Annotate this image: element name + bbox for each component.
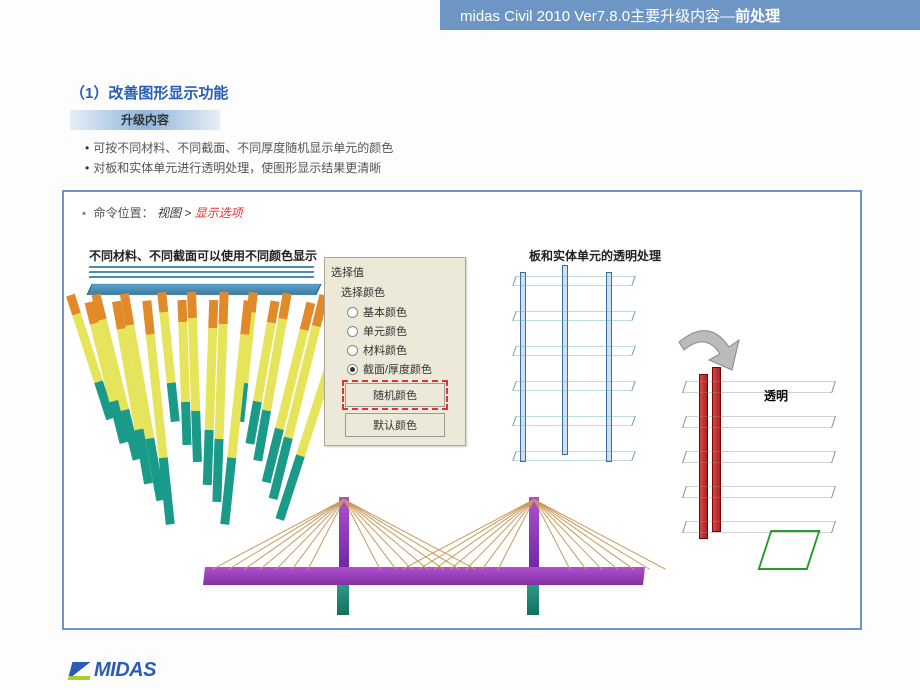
bridge-cable [434, 499, 535, 570]
command-location: ▪ 命令位置： 视图 > 显示选项 [82, 204, 243, 221]
color-options-dialog: 选择值 选择颜色 基本颜色 单元颜色 材料颜色 截面/厚度颜色 随机颜色 默认颜… [324, 257, 466, 446]
bridge-cable [534, 499, 619, 570]
bullet-list: •可按不同材料、不同截面、不同厚度随机显示单元的颜色 •对板和实体单元进行透明处… [85, 138, 393, 179]
colored-pile-model [79, 272, 329, 532]
caption-left: 不同材料、不同截面可以使用不同颜色显示 [89, 247, 317, 264]
header-bar: midas Civil 2010 Ver7.8.0主要升级内容— 前处理 [440, 0, 920, 30]
dialog-group-label: 选择值 [331, 264, 459, 280]
header-prefix: midas Civil 2010 Ver7.8.0主要升级内容— [460, 5, 735, 26]
upgrade-badge: 升级内容 [70, 110, 220, 130]
logo-mark-icon [68, 662, 95, 680]
bridge-cable [260, 499, 345, 570]
bridge-cable [534, 499, 666, 570]
radio-element-color[interactable]: 单元颜色 [347, 323, 459, 339]
section-title: （1）改善图形显示功能 [70, 82, 228, 103]
bridge-cable [534, 499, 635, 570]
bridge-cable [244, 499, 345, 570]
default-color-button[interactable]: 默认颜色 [345, 413, 445, 437]
cable-bridge-model [204, 497, 644, 617]
radio-basic-color[interactable]: 基本颜色 [347, 304, 459, 320]
bridge-cable [450, 499, 535, 570]
content-frame: ▪ 命令位置： 视图 > 显示选项 不同材料、不同截面可以使用不同颜色显示 板和… [62, 190, 862, 630]
radio-section-thickness-color[interactable]: 截面/厚度颜色 [347, 361, 459, 377]
bridge-cable [344, 499, 397, 570]
bullet-1: •可按不同材料、不同截面、不同厚度随机显示单元的颜色 [85, 138, 393, 158]
caption-right: 板和实体单元的透明处理 [529, 247, 661, 264]
random-color-button[interactable]: 随机颜色 [345, 383, 445, 407]
radio-material-color[interactable]: 材料颜色 [347, 342, 459, 358]
bridge-cable [344, 499, 429, 570]
bridge-cable [534, 499, 587, 570]
dialog-sub-label: 选择颜色 [341, 284, 459, 300]
bridge-cable [344, 499, 445, 570]
header-bold: 前处理 [735, 5, 780, 26]
logo-text: MIDAS [94, 659, 156, 682]
bridge-cable [344, 499, 476, 570]
transparent-building [674, 372, 849, 602]
bullet-2: •对板和实体单元进行透明处理，使图形显示结果更清晰 [85, 158, 393, 178]
wireframe-building [514, 267, 644, 477]
midas-logo: MIDAS [70, 659, 156, 682]
